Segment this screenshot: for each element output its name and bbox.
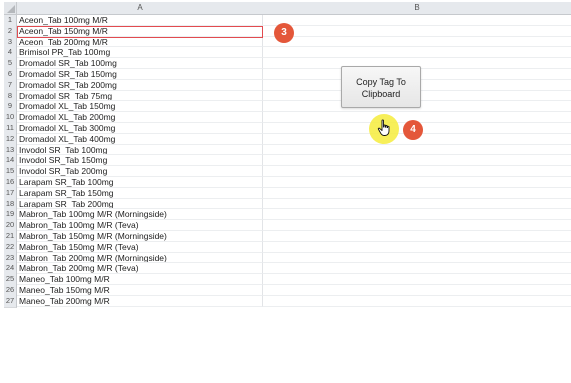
table-row: 22 Mabron_Tab 150mg M/R (Teva) [4, 241, 571, 254]
cell-a[interactable]: Dromadol SR_Tab 75mg [17, 90, 263, 102]
cell-a[interactable]: Dromadol XL_Tab 150mg [17, 101, 263, 113]
cell-b[interactable] [263, 166, 571, 177]
cell-a[interactable]: Dromadol SR_Tab 100mg [17, 58, 263, 69]
cell-a[interactable]: Maneo_Tab 100mg M/R [17, 274, 263, 285]
cell-b[interactable] [263, 242, 571, 253]
copy-tag-to-clipboard-button[interactable]: Copy Tag To Clipboard [341, 66, 421, 108]
cell-a[interactable]: Mabron_Tab 100mg M/R (Morningside) [17, 209, 263, 221]
cell-a[interactable]: Dromadol XL_Tab 400mg [17, 133, 263, 145]
cell-a[interactable]: Invodol SR_Tab 100mg [17, 144, 263, 156]
table-row: 18 Larapam SR_Tab 200mg [4, 198, 571, 211]
cell-a[interactable]: Larapam SR_Tab 150mg [17, 187, 263, 199]
cell-b[interactable] [263, 47, 571, 59]
cell-b[interactable] [263, 274, 571, 285]
cell-a[interactable]: Mabron_Tab 150mg M/R (Teva) [17, 241, 263, 253]
cell-b[interactable] [263, 263, 571, 275]
column-header-b[interactable]: B [263, 2, 571, 15]
cell-a[interactable]: Larapam SR_Tab 200mg [17, 198, 263, 210]
table-row: 13 Invodol SR_Tab 100mg [4, 144, 571, 157]
cell-a[interactable]: Aceon_Tab 100mg M/R [17, 15, 263, 26]
step-badge-4: 4 [403, 120, 423, 140]
cell-b[interactable] [263, 296, 571, 307]
cell-a[interactable]: Mabron_Tab 100mg M/R (Teva) [17, 220, 263, 231]
cell-a[interactable]: Invodol SR_Tab 150mg [17, 155, 263, 167]
table-row: 6 Dromadol SR_Tab 150mg [4, 68, 571, 81]
row-header[interactable]: 27 [4, 295, 17, 308]
cell-b[interactable] [263, 209, 571, 221]
table-row: 21 Mabron_Tab 150mg M/R (Morningside) [4, 230, 571, 243]
cell-a[interactable]: Dromadol XL_Tab 200mg [17, 112, 263, 123]
cell-b[interactable] [263, 188, 571, 199]
step-badge-3: 3 [274, 23, 294, 43]
copy-button-label-line1: Copy Tag To [356, 77, 406, 87]
cell-a[interactable]: Maneo_Tab 200mg M/R [17, 295, 263, 307]
table-row: 7 Dromadol SR_Tab 200mg [4, 79, 571, 92]
table-row: 23 Mabron_Tab 200mg M/R (Morningside) [4, 252, 571, 265]
table-row: 14 Invodol SR_Tab 150mg [4, 155, 571, 168]
table-row: 11 Dromadol XL_Tab 300mg [4, 122, 571, 135]
sheet-rows: 1 Aceon_Tab 100mg M/R 2 Aceon_Tab 150mg M/R… [4, 15, 571, 308]
cell-a[interactable]: Brimisol PR_Tab 100mg [17, 47, 263, 59]
table-row: 27 Maneo_Tab 200mg M/R [4, 295, 571, 308]
select-all-triangle-icon [7, 5, 15, 13]
table-row: 5 Dromadol SR_Tab 100mg [4, 58, 571, 70]
table-row: 15 Invodol SR_Tab 200mg [4, 166, 571, 178]
cell-b[interactable] [263, 177, 571, 188]
table-row: 4 Brimisol PR_Tab 100mg [4, 47, 571, 60]
cell-b[interactable] [263, 220, 571, 231]
table-row: 12 Dromadol XL_Tab 400mg [4, 133, 571, 146]
cell-b[interactable] [263, 26, 571, 37]
cell-a[interactable]: Aceon_Tab 200mg M/R [17, 36, 263, 48]
table-row: 24 Mabron_Tab 200mg M/R (Teva) [4, 263, 571, 276]
cell-a[interactable]: Maneo_Tab 150mg M/R [17, 284, 263, 296]
cell-a[interactable]: Invodol SR_Tab 200mg [17, 166, 263, 177]
cell-b[interactable] [263, 253, 571, 264]
table-row: 19 Mabron_Tab 100mg M/R (Morningside) [4, 209, 571, 222]
cell-a[interactable]: Dromadol XL_Tab 300mg [17, 122, 263, 134]
table-row: 16 Larapam SR_Tab 100mg [4, 176, 571, 189]
table-row: 10 Dromadol XL_Tab 200mg [4, 112, 571, 124]
cell-b[interactable] [263, 37, 571, 48]
table-row: 25 Maneo_Tab 100mg M/R [4, 274, 571, 286]
cell-a[interactable]: Aceon_Tab 150mg M/R [17, 25, 263, 37]
hand-pointer-icon [377, 119, 390, 136]
cell-a[interactable]: Dromadol SR_Tab 200mg [17, 79, 263, 91]
cell-b[interactable] [263, 231, 571, 242]
column-header-a[interactable]: A [17, 2, 264, 15]
cell-b[interactable] [263, 145, 571, 156]
copy-button-label-line2: Clipboard [361, 89, 401, 99]
table-row: 17 Larapam SR_Tab 150mg [4, 187, 571, 200]
table-row: 9 Dromadol XL_Tab 150mg [4, 101, 571, 114]
spreadsheet: A B 1 Aceon_Tab 100mg M/R 2 Aceon_Tab 150mg… [0, 0, 571, 383]
cell-a[interactable]: Mabron_Tab 200mg M/R (Morningside) [17, 252, 263, 264]
cell-b[interactable] [263, 15, 571, 26]
cell-b[interactable] [263, 199, 571, 210]
table-row: 26 Maneo_Tab 150mg M/R [4, 284, 571, 297]
select-all-button[interactable] [4, 2, 17, 15]
cell-b[interactable] [263, 285, 571, 296]
table-row: 20 Mabron_Tab 100mg M/R (Teva) [4, 220, 571, 232]
cell-a[interactable]: Mabron_Tab 150mg M/R (Morningside) [17, 230, 263, 242]
cell-a[interactable]: Larapam SR_Tab 100mg [17, 176, 263, 188]
cell-b[interactable] [263, 155, 571, 167]
cell-a[interactable]: Dromadol SR_Tab 150mg [17, 68, 263, 80]
table-row: 8 Dromadol SR_Tab 75mg [4, 90, 571, 103]
cell-a[interactable]: Mabron_Tab 200mg M/R (Teva) [17, 263, 263, 275]
